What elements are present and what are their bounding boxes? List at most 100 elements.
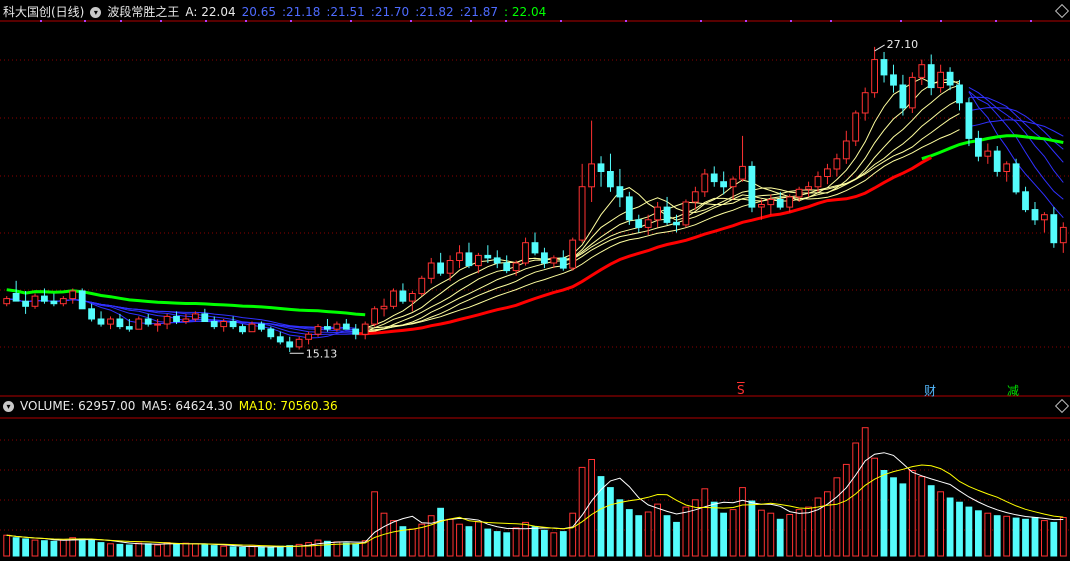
kline-chart[interactable]: 15.13 27.10 xyxy=(0,0,1070,561)
volume-bar xyxy=(625,509,633,557)
volume-bar xyxy=(691,499,699,557)
candle-body xyxy=(493,257,501,264)
volume-bar xyxy=(663,515,671,557)
candle-body xyxy=(267,328,275,338)
volume-bar xyxy=(805,506,813,557)
volume-bar xyxy=(144,543,152,557)
volume-bar xyxy=(31,539,39,557)
signal-dot xyxy=(790,20,792,22)
candle-body xyxy=(456,252,463,261)
marker-jian: 减 xyxy=(1007,384,1020,398)
volume-bar xyxy=(890,477,897,557)
candle-body xyxy=(342,323,350,330)
signal-dot xyxy=(995,20,997,22)
candle-body xyxy=(173,315,180,322)
candle-body xyxy=(465,252,473,267)
candle-body xyxy=(258,323,265,330)
volume-bar xyxy=(597,476,605,557)
volume-bar xyxy=(484,528,492,557)
volume-bar xyxy=(239,546,246,557)
candle-body xyxy=(852,112,860,142)
high-annotation-line xyxy=(874,44,885,52)
volume-bar xyxy=(427,515,435,557)
candle-body xyxy=(1041,214,1048,221)
candle-body xyxy=(588,163,596,188)
ma-value-5: :21.82 xyxy=(415,5,454,19)
candle-body xyxy=(663,206,671,223)
candle-body xyxy=(1012,163,1020,193)
volume-bar xyxy=(682,506,690,557)
volume-bar xyxy=(616,499,624,557)
stock-title: 科大国创(日线) xyxy=(3,5,85,19)
candle-body xyxy=(88,308,95,320)
ma-value-7: : 22.04 xyxy=(504,5,547,19)
volume-bar xyxy=(635,515,643,557)
candle-body xyxy=(805,186,813,190)
volume-bar xyxy=(1003,515,1011,557)
candle-body xyxy=(503,262,511,272)
volume-bar xyxy=(956,501,963,557)
candle-body xyxy=(22,300,30,307)
candle-body xyxy=(720,181,728,188)
candle-body xyxy=(682,201,690,226)
volume-bar xyxy=(201,544,209,557)
volume-bar xyxy=(908,470,916,557)
candle-body xyxy=(3,298,11,305)
volume-bar xyxy=(163,542,171,557)
candle-body xyxy=(786,196,794,208)
ma-ribbon-blue xyxy=(6,107,1064,331)
volume-bar xyxy=(50,540,58,557)
volume-bar xyxy=(22,538,30,557)
settings-circle-icon[interactable]: ▾ xyxy=(90,6,102,18)
volume-bar xyxy=(937,491,945,557)
candle-body xyxy=(748,165,756,208)
ma-value-3: :21.51 xyxy=(326,5,365,19)
candle-body xyxy=(116,318,124,328)
marker-s: S xyxy=(737,383,745,397)
volume-bar xyxy=(220,545,228,557)
volume-bar xyxy=(786,514,794,557)
volume-bar xyxy=(984,512,992,557)
ma-ribbon-blue xyxy=(6,96,1064,333)
candle-body xyxy=(12,293,20,302)
candle-body xyxy=(192,313,199,320)
candle-body xyxy=(201,313,209,322)
volume-bar xyxy=(276,545,284,557)
volume-bar xyxy=(993,515,1001,557)
signal-dot xyxy=(560,20,562,22)
signal-dot xyxy=(900,20,902,22)
candle-body xyxy=(550,257,558,264)
volume-bar xyxy=(522,521,529,557)
candle-body xyxy=(899,84,907,109)
candle-body xyxy=(163,315,171,325)
signal-dot xyxy=(700,20,702,22)
candle-body xyxy=(371,308,379,325)
volume-ma5: MA5: 64624.30 xyxy=(141,399,233,413)
volume-bar xyxy=(446,518,454,557)
candle-body xyxy=(333,323,341,330)
candle-body xyxy=(210,321,218,328)
volume-bar xyxy=(1050,521,1058,557)
candle-body xyxy=(984,150,992,157)
candle-body xyxy=(305,333,313,340)
candle-body xyxy=(154,323,161,326)
volume-bar xyxy=(710,501,718,557)
candle-body xyxy=(927,64,935,89)
volume-bar xyxy=(758,509,765,557)
ma-ribbon-yellow xyxy=(365,129,960,329)
ma-value-6: :21.87 xyxy=(459,5,498,19)
volume-bar xyxy=(286,545,294,557)
candle-body xyxy=(607,171,614,188)
candle-body xyxy=(352,328,360,335)
volume-bar xyxy=(437,507,445,557)
candle-body xyxy=(946,71,954,86)
candle-body xyxy=(965,102,973,139)
ma-ribbon-yellow xyxy=(365,113,960,331)
volume-bar xyxy=(88,539,95,557)
signal-dot xyxy=(940,20,942,22)
volume-bar xyxy=(390,520,397,557)
candle-body xyxy=(408,293,416,302)
settings-circle-icon[interactable]: ▾ xyxy=(3,400,14,412)
volume-bar xyxy=(975,510,982,557)
volume-bar xyxy=(1059,517,1067,557)
